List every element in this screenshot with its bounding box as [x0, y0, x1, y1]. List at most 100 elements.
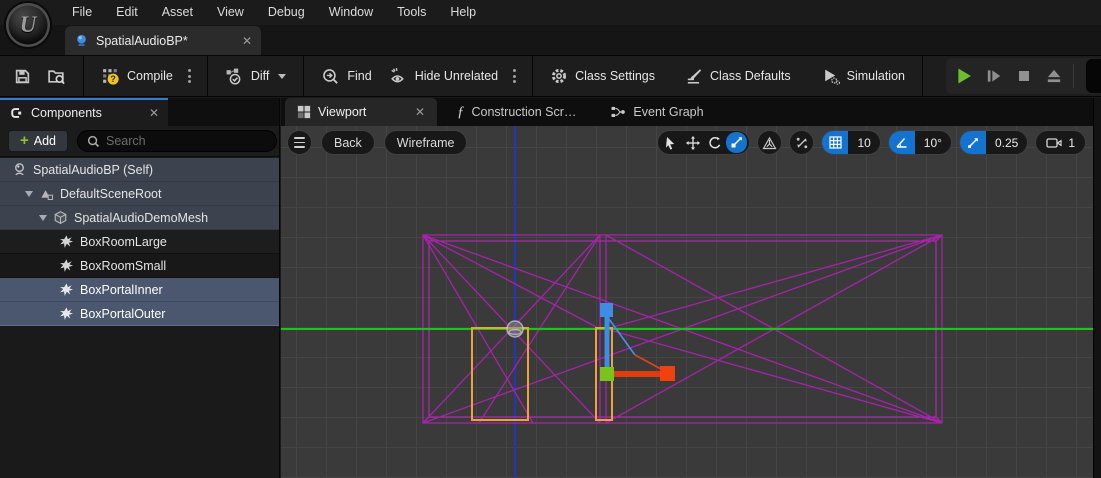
save-button[interactable]	[6, 55, 39, 97]
toolbar-separator	[532, 55, 533, 97]
coordinate-space-button[interactable]	[757, 130, 782, 155]
tree-row-boxportalinner[interactable]: BoxPortalInner	[0, 278, 279, 302]
grid-snap-control[interactable]: 10	[821, 130, 880, 155]
components-tree: SpatialAudioBP (Self) DefaultSceneRoot S…	[0, 158, 279, 326]
close-icon[interactable]: ✕	[415, 106, 425, 118]
tab-label: Viewport	[318, 105, 408, 119]
gizmo-z-bar[interactable]	[605, 317, 610, 368]
play-controls-group	[946, 58, 1101, 94]
components-search[interactable]	[77, 130, 277, 152]
menu-tools[interactable]: Tools	[385, 0, 438, 25]
rotate-tool-button[interactable]	[704, 132, 725, 153]
browse-button[interactable]	[39, 55, 74, 97]
camera-view-button[interactable]: Back	[321, 130, 375, 155]
find-label: Find	[347, 69, 371, 83]
rotation-snap-control[interactable]: 10°	[888, 130, 952, 155]
scale-snap-control[interactable]: 0.25	[959, 130, 1028, 155]
close-icon[interactable]: ✕	[242, 35, 252, 47]
camera-speed-value: 1	[1068, 136, 1075, 150]
view-mode-button[interactable]: Wireframe	[384, 130, 468, 155]
tree-row-boxportalouter[interactable]: BoxPortalOuter	[0, 302, 279, 326]
surface-snap-button[interactable]	[789, 130, 814, 155]
rotation-snap-icon	[895, 136, 908, 149]
compile-options-kebab-icon[interactable]	[181, 69, 198, 83]
add-component-button[interactable]: + Add	[8, 130, 68, 152]
gizmo-x-bar[interactable]	[614, 371, 661, 377]
frame-skip-icon	[985, 67, 1003, 85]
tree-row-boxroomlarge[interactable]: BoxRoomLarge	[0, 230, 279, 254]
tree-row-boxroomsmall[interactable]: BoxRoomSmall	[0, 254, 279, 278]
components-tab-bar: Components ✕	[0, 98, 279, 126]
tab-event-graph[interactable]: Event Graph	[598, 98, 715, 126]
chevron-down-icon	[278, 74, 286, 79]
play-icon	[954, 66, 974, 86]
expand-arrow-icon[interactable]	[25, 191, 33, 197]
search-input[interactable]	[106, 134, 267, 148]
menu-debug[interactable]: Debug	[256, 0, 317, 25]
tree-item-label: BoxPortalOuter	[80, 307, 165, 321]
tab-viewport[interactable]: Viewport ✕	[285, 98, 437, 126]
compile-button[interactable]: ? Compile	[93, 55, 181, 97]
tab-construction-script[interactable]: ƒ Construction Scr…	[445, 98, 588, 126]
hide-unrelated-options-kebab-icon[interactable]	[506, 69, 523, 83]
toolbar-separator	[207, 55, 208, 97]
tree-row-spatialaudiobp-self[interactable]: SpatialAudioBP (Self)	[0, 158, 279, 182]
play-group-separator	[1073, 64, 1074, 88]
components-toolbar: + Add	[0, 126, 279, 157]
menu-asset[interactable]: Asset	[150, 0, 205, 25]
scale-snap-icon	[967, 137, 979, 149]
scale-snap-value: 0.25	[986, 131, 1027, 154]
gizmo-uniform-handle[interactable]	[600, 367, 614, 381]
diff-button[interactable]: Diff	[217, 55, 295, 97]
camera-speed-control[interactable]: 1	[1035, 130, 1086, 155]
menu-file[interactable]: File	[60, 0, 104, 25]
tab-label: Construction Scr…	[472, 105, 577, 119]
menu-window[interactable]: Window	[317, 0, 385, 25]
scale-tool-button[interactable]	[726, 132, 747, 153]
tree-item-label: BoxPortalInner	[80, 283, 163, 297]
viewport-tab-bar: Viewport ✕ ƒ Construction Scr… Event Gra…	[281, 98, 1093, 126]
menu-bar: File Edit Asset View Debug Window Tools …	[0, 0, 1101, 25]
components-icon	[9, 106, 23, 120]
components-panel: Components ✕ + Add SpatialAudioBP (Self)	[0, 98, 280, 478]
scene-root-sprite[interactable]	[507, 321, 523, 337]
select-tool-button[interactable]	[660, 132, 681, 153]
viewport-left-toolbar: Back Wireframe	[287, 130, 467, 155]
viewport-canvas[interactable]: Back Wireframe	[281, 126, 1093, 478]
eject-icon	[1045, 67, 1063, 85]
menu-view[interactable]: View	[205, 0, 256, 25]
class-settings-button[interactable]: Class Settings	[542, 55, 663, 97]
components-tab-title: Components	[31, 106, 141, 120]
move-tool-button[interactable]	[682, 132, 703, 153]
stop-button[interactable]	[1011, 62, 1037, 90]
surface-snap-icon	[795, 136, 809, 150]
frame-skip-button[interactable]	[981, 62, 1007, 90]
menu-edit[interactable]: Edit	[104, 0, 150, 25]
viewport-options-button[interactable]	[287, 130, 312, 155]
box-component-icon	[59, 306, 74, 321]
simulation-label: Simulation	[847, 69, 905, 83]
find-button[interactable]: Find	[313, 55, 379, 97]
save-icon	[14, 68, 31, 85]
close-icon[interactable]: ✕	[149, 107, 159, 119]
diff-icon	[225, 67, 244, 85]
class-defaults-icon	[685, 67, 703, 85]
hide-unrelated-button[interactable]: Hide Unrelated	[380, 55, 506, 97]
expand-arrow-icon[interactable]	[39, 215, 47, 221]
gizmo-z-handle[interactable]	[600, 303, 613, 317]
scale-tool-icon	[730, 136, 743, 149]
gizmo-x-handle[interactable]	[660, 366, 675, 381]
tree-item-label: SpatialAudioDemoMesh	[74, 211, 208, 225]
asset-tab-spatialaudiobp[interactable]: SpatialAudioBP* ✕	[65, 26, 261, 55]
class-defaults-button[interactable]: Class Defaults	[677, 55, 799, 97]
eject-button[interactable]	[1041, 62, 1067, 90]
tree-row-spatialaudiodemomesh[interactable]: SpatialAudioDemoMesh	[0, 206, 279, 230]
tree-row-defaultsceneroot[interactable]: DefaultSceneRoot	[0, 182, 279, 206]
view-mode-label: Wireframe	[397, 136, 455, 150]
simulation-button[interactable]: Simulation	[813, 55, 913, 97]
play-button[interactable]	[951, 62, 977, 90]
gizmo-plane-line-red[interactable]	[635, 355, 661, 369]
box-component-icon	[59, 234, 74, 249]
components-tab[interactable]: Components ✕	[0, 98, 168, 126]
menu-help[interactable]: Help	[438, 0, 488, 25]
